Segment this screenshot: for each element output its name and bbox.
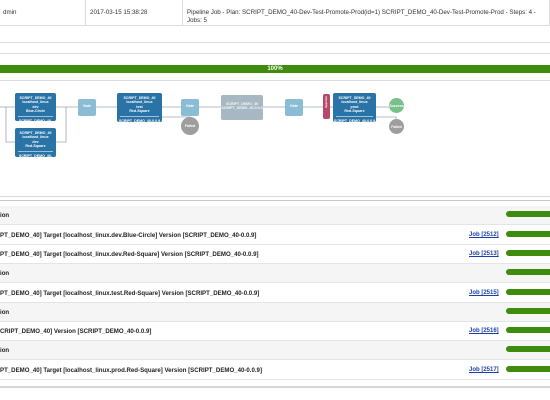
job-progress-bar (506, 250, 550, 256)
job-description: ion (0, 270, 10, 277)
job-row: ion (0, 206, 550, 225)
job-link[interactable]: Job [2517] (469, 361, 499, 380)
gate-node[interactable]: Gate (285, 99, 303, 116)
job-node-prod-red-square[interactable]: SCRIPT_DEMO_40 localhost_linux prod Red-… (333, 93, 376, 123)
failure-label: Failed (391, 125, 402, 129)
job-link[interactable]: Job [2516] (469, 322, 499, 341)
job-progress-bar (506, 269, 550, 275)
job-row: ion (0, 341, 550, 360)
description-cell: Pipeline Job - Plan: SCRIPT_DEMO_40-Dev-… (183, 0, 550, 26)
failure-node[interactable]: Failed (181, 117, 199, 135)
node-title: SCRIPT_DEMO_40 (19, 96, 52, 100)
job-row: ion (0, 264, 550, 283)
job-description: PT_DEMO_40] Target [localhost_linux.dev.… (0, 251, 259, 258)
node-title: SCRIPT_DEMO_40 (123, 96, 156, 100)
job-row: PT_DEMO_40] Target [localhost_linux.dev.… (0, 245, 550, 264)
date-cell: 2017-03-15 15:38:28 (86, 0, 183, 26)
job-progress-bar (506, 231, 550, 237)
job-progress-bar (506, 327, 550, 333)
node-title: SCRIPT_DEMO_40 (338, 96, 371, 100)
failure-label: Failed (184, 124, 196, 128)
node-separator (18, 150, 53, 152)
job-description: CRIPT_DEMO_40] Version [SCRIPT_DEMO_40-0… (0, 328, 152, 335)
job-node-dev-blue-circle[interactable]: SCRIPT_DEMO_40 localhost_linux dev Blue-… (15, 93, 56, 127)
gate-label: Gate (290, 104, 298, 108)
node-separator (18, 115, 53, 117)
job-node-version[interactable]: SCRIPT_DEMO_40 SCRIPT_DEMO_40-0.0.9 (221, 95, 263, 120)
job-link[interactable]: Job [2513] (469, 245, 499, 264)
gate-label: Gate (186, 104, 194, 108)
job-row: PT_DEMO_40] Target [localhost_linux.prod… (0, 361, 550, 380)
job-description: PT_DEMO_40] Target [localhost_linux.prod… (0, 367, 262, 374)
job-progress-bar (506, 211, 550, 217)
gate-node[interactable]: Gate (181, 99, 199, 116)
node-separator (336, 115, 373, 117)
progress-label: 100% (267, 66, 283, 72)
job-description: ion (0, 212, 10, 219)
node-version: SCRIPT_DEMO_40-0.0.9 (118, 118, 161, 123)
approval-gate-node[interactable]: Approve (323, 94, 330, 119)
divider (0, 42, 550, 43)
node-server: Red-Square (25, 144, 46, 149)
node-server: Blue-Circle (26, 109, 45, 114)
job-row: ion (0, 303, 550, 322)
node-version: SCRIPT_DEMO_40-0.0.9 (18, 118, 53, 128)
job-progress-bar (506, 289, 550, 295)
pipeline-connectors (0, 106, 397, 143)
divider (0, 53, 550, 54)
node-title: SCRIPT_DEMO_40 (19, 131, 52, 135)
job-progress-bar (506, 308, 550, 314)
failure-node[interactable]: Failed (389, 119, 404, 134)
job-link[interactable]: Job [2512] (469, 226, 499, 245)
node-title: SCRIPT_DEMO_40 (226, 102, 258, 106)
node-server: Red-Square (344, 109, 365, 114)
pipeline-diagram: SCRIPT_DEMO_40 localhost_linux dev Blue-… (0, 80, 550, 190)
job-node-test-red-square[interactable]: SCRIPT_DEMO_40 localhost_linux test Red-… (117, 93, 162, 123)
job-description: PT_DEMO_40] Target [localhost_linux.dev.… (0, 232, 257, 239)
job-row: CRIPT_DEMO_40] Version [SCRIPT_DEMO_40-0… (0, 322, 550, 341)
job-link[interactable]: Job [2515] (469, 284, 499, 303)
job-progress-bar (506, 366, 550, 372)
job-info-row: dmin 2017-03-15 15:38:28 Pipeline Job - … (0, 0, 550, 26)
divider (0, 200, 550, 201)
job-description: PT_DEMO_40] Target [localhost_linux.test… (0, 290, 260, 297)
success-label: Success (389, 104, 404, 108)
job-description: ion (0, 347, 10, 354)
node-version: SCRIPT_DEMO_40-0.0.9 (333, 118, 376, 123)
job-description: ion (0, 309, 10, 316)
gate-node[interactable]: Gate (78, 99, 96, 116)
node-version: SCRIPT_DEMO_40-0.0.9 (221, 106, 263, 111)
divider (0, 196, 550, 197)
pipeline-progress-bar: 100% (0, 65, 550, 73)
gate-label: Gate (83, 104, 91, 108)
job-node-dev-red-square[interactable]: SCRIPT_DEMO_40 localhost_linux dev Red-S… (15, 128, 56, 162)
success-node[interactable]: Success (389, 98, 404, 113)
user-cell: dmin (0, 0, 86, 26)
approve-label: Approve (324, 96, 329, 109)
job-row: PT_DEMO_40] Target [localhost_linux.dev.… (0, 226, 550, 245)
job-progress-bar (506, 346, 550, 352)
job-row: PT_DEMO_40] Target [localhost_linux.test… (0, 284, 550, 303)
node-separator (120, 115, 159, 117)
node-server: Red-Square (129, 109, 150, 114)
node-version: SCRIPT_DEMO_40-0.0.9 (18, 153, 53, 163)
divider (0, 386, 550, 388)
